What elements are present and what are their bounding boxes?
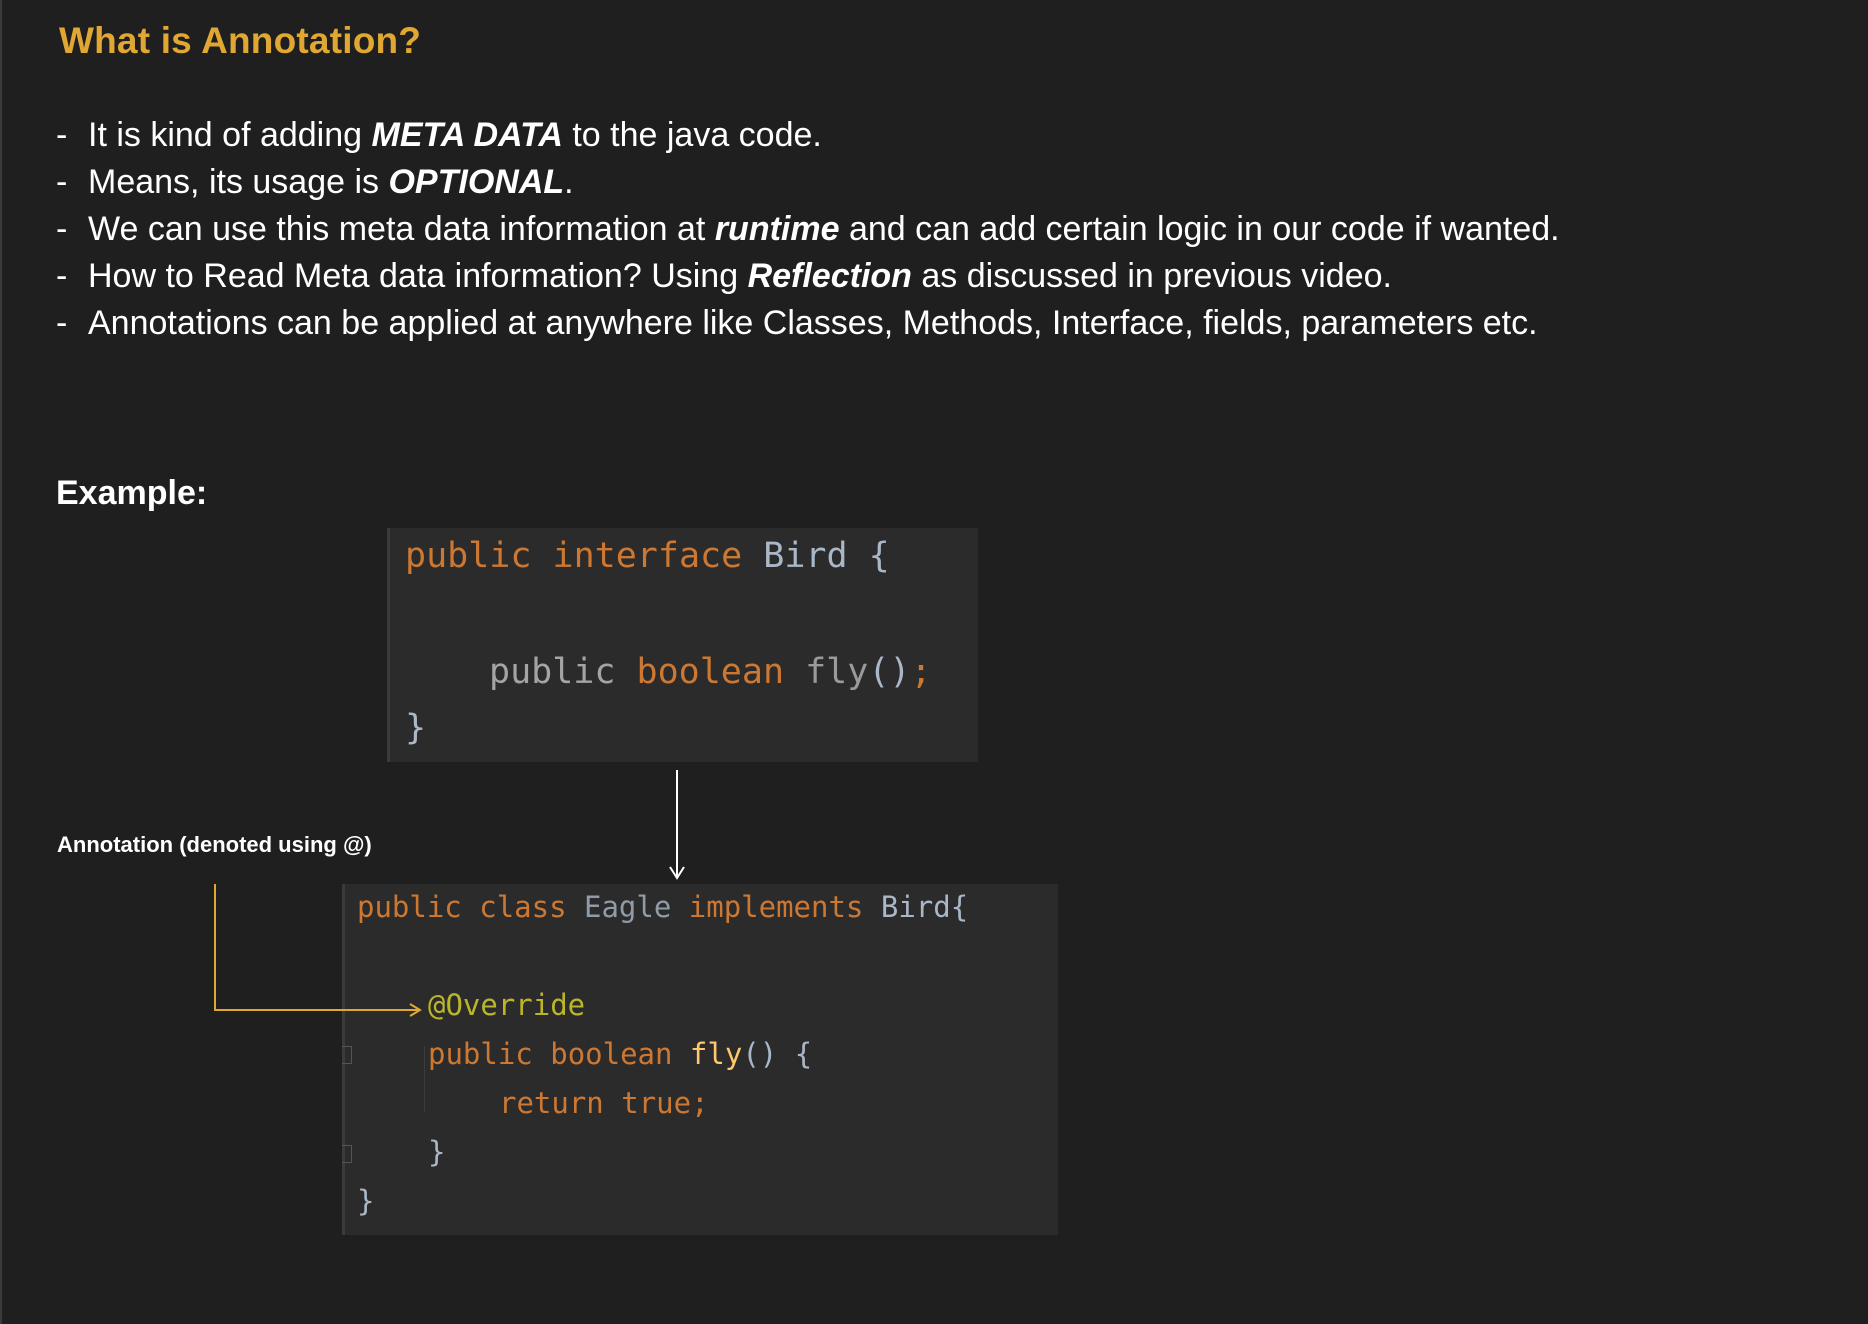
arrows-overlay	[214, 770, 685, 1017]
annotation-arrow	[214, 884, 422, 1017]
down-arrow	[669, 770, 685, 880]
